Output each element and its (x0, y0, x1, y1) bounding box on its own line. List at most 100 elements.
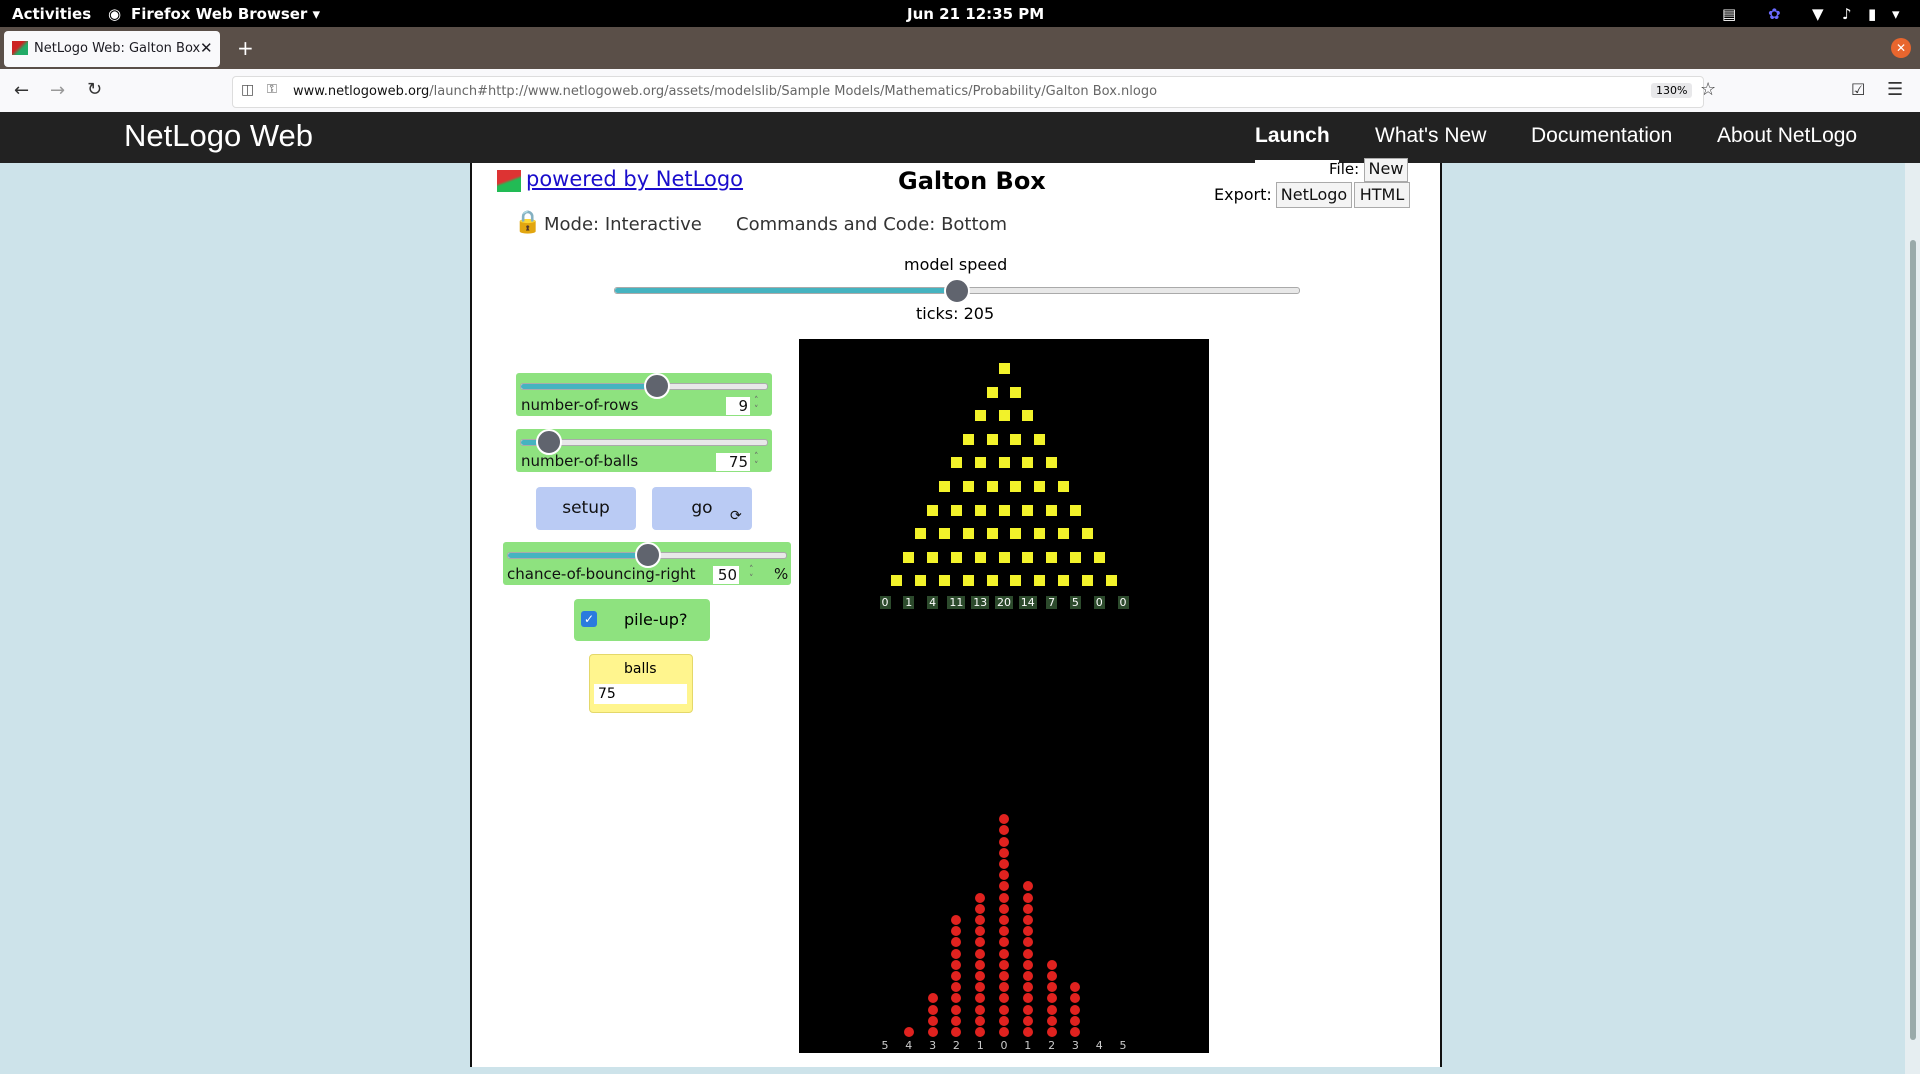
slider-fill (508, 553, 647, 558)
tray-app-icon[interactable]: ✿ (1768, 5, 1781, 23)
wifi-icon[interactable]: ▼ (1812, 5, 1824, 23)
peg (1010, 481, 1022, 492)
peg (974, 551, 986, 563)
ball (1022, 948, 1033, 959)
zoom-indicator[interactable]: 130% (1651, 83, 1693, 98)
app-menu[interactable]: Firefox Web Browser ▾ (131, 5, 320, 23)
ball (975, 1015, 986, 1026)
speed-slider-knob[interactable] (944, 278, 970, 304)
pile-up-switch[interactable]: ✓ pile-up? (574, 599, 710, 641)
ball (951, 993, 962, 1004)
commands-code-label[interactable]: Commands and Code: Bottom (736, 214, 1007, 235)
slider-value[interactable]: 9 (726, 397, 750, 415)
peg (927, 551, 939, 563)
ball (975, 971, 986, 981)
ball (999, 892, 1009, 903)
setup-button[interactable]: setup (536, 487, 636, 530)
ball (927, 1027, 938, 1037)
go-button[interactable]: go ⟳ (652, 487, 752, 530)
stepper-icon[interactable]: ˄ ˅ (754, 397, 759, 415)
chance-of-bouncing-right-slider[interactable]: chance-of-bouncing-right 50 ˄ ˅ % (503, 542, 791, 585)
ball (1022, 971, 1033, 981)
ball (927, 993, 938, 1004)
ball (1046, 959, 1057, 970)
activities-button[interactable]: Activities (12, 5, 91, 23)
clock[interactable]: Jun 21 12:35 PM (907, 5, 1044, 23)
site-info-icon[interactable]: ⚿ (267, 82, 277, 97)
stepper-icon[interactable]: ˄ ˅ (749, 566, 754, 584)
ball (975, 915, 986, 925)
back-icon[interactable]: ← (14, 80, 29, 101)
peg (986, 575, 998, 587)
number-of-rows-slider[interactable]: number-of-rows 9 ˄ ˅ (516, 373, 772, 416)
peg (1034, 575, 1046, 587)
peg (998, 410, 1010, 422)
bin-label: 5 (1119, 1039, 1127, 1052)
ball (927, 1004, 938, 1015)
url-bar[interactable]: ◫ ⚿ www.netlogoweb.org/launch#http://www… (232, 76, 1704, 108)
browser-tab[interactable]: NetLogo Web: Galton Box ✕ (4, 31, 220, 67)
file-new-button[interactable]: New (1364, 158, 1408, 182)
export-netlogo-button[interactable]: NetLogo (1276, 182, 1352, 208)
world-view[interactable]: 0 1 4 11 13 20 14 7 5 0 0 5 4 3 2 1 0 1 2 3 4 5 (799, 339, 1209, 1053)
ball (999, 847, 1009, 858)
peg (962, 528, 974, 540)
pocket-icon[interactable]: ☑ (1851, 80, 1865, 99)
bin-count: 5 (1069, 596, 1081, 609)
close-tab-icon[interactable]: ✕ (200, 39, 213, 57)
tracking-shield-icon[interactable]: ◫ (241, 82, 254, 98)
mode-label[interactable]: Mode: Interactive (544, 214, 702, 235)
number-of-balls-slider[interactable]: number-of-balls 75 ˄ ˅ (516, 429, 772, 472)
forward-icon[interactable]: → (50, 80, 65, 101)
peg (1022, 410, 1034, 422)
checkbox-checked-icon[interactable]: ✓ (581, 611, 597, 627)
close-window-icon[interactable]: ✕ (1891, 38, 1911, 58)
peg (1105, 575, 1117, 587)
power-menu-icon[interactable]: ▾ (1892, 5, 1900, 23)
ball (999, 959, 1009, 970)
site-title[interactable]: NetLogo Web (124, 118, 313, 154)
forever-icon: ⟳ (730, 508, 742, 524)
lock-icon[interactable]: 🔒 (514, 210, 541, 235)
url-text[interactable]: www.netlogoweb.org/launch#http://www.net… (293, 84, 1157, 99)
slider-knob[interactable] (644, 373, 670, 399)
site-header: NetLogo Web Launch What's New Documentat… (0, 112, 1920, 163)
export-html-button[interactable]: HTML (1354, 182, 1410, 208)
slider-value[interactable]: 50 (713, 566, 739, 584)
bin-label: 1 (976, 1039, 984, 1052)
ball (951, 959, 962, 970)
nav-launch[interactable]: Launch (1255, 124, 1330, 148)
slider-fill (521, 384, 656, 389)
bin-label: 3 (1071, 1039, 1079, 1052)
system-tray-icon[interactable]: ▤ (1722, 5, 1736, 23)
powered-by-link[interactable]: powered by NetLogo (526, 167, 743, 191)
new-tab-icon[interactable]: + (237, 36, 254, 60)
nav-documentation[interactable]: Documentation (1531, 124, 1672, 148)
bin-label: 5 (881, 1039, 889, 1052)
ball (951, 1027, 962, 1037)
file-label: File: (1329, 160, 1360, 178)
peg (1022, 551, 1034, 563)
bookmark-star-icon[interactable]: ☆ (1700, 79, 1716, 100)
system-top-bar: Activities ◉ Firefox Web Browser ▾ Jun 2… (0, 0, 1920, 27)
nav-about[interactable]: About NetLogo (1717, 124, 1857, 148)
volume-icon[interactable]: ♪ (1842, 5, 1852, 23)
stepper-icon[interactable]: ˄ ˅ (754, 453, 759, 471)
reload-icon[interactable]: ↻ (87, 79, 102, 100)
ball (951, 1015, 962, 1026)
ball (999, 825, 1009, 836)
ball (999, 948, 1009, 959)
bin-label: 4 (1095, 1039, 1103, 1052)
peg (915, 575, 927, 587)
battery-icon[interactable]: ▮ (1868, 5, 1876, 23)
peg (962, 481, 974, 492)
nav-whats-new[interactable]: What's New (1375, 124, 1486, 148)
peg (891, 575, 903, 587)
peg (998, 504, 1010, 516)
slider-value[interactable]: 75 (716, 453, 750, 471)
menu-icon[interactable]: ☰ (1887, 79, 1903, 100)
ball (1070, 993, 1081, 1004)
ball (1022, 892, 1033, 903)
ball (999, 915, 1009, 925)
scrollbar-thumb[interactable] (1910, 240, 1916, 1040)
